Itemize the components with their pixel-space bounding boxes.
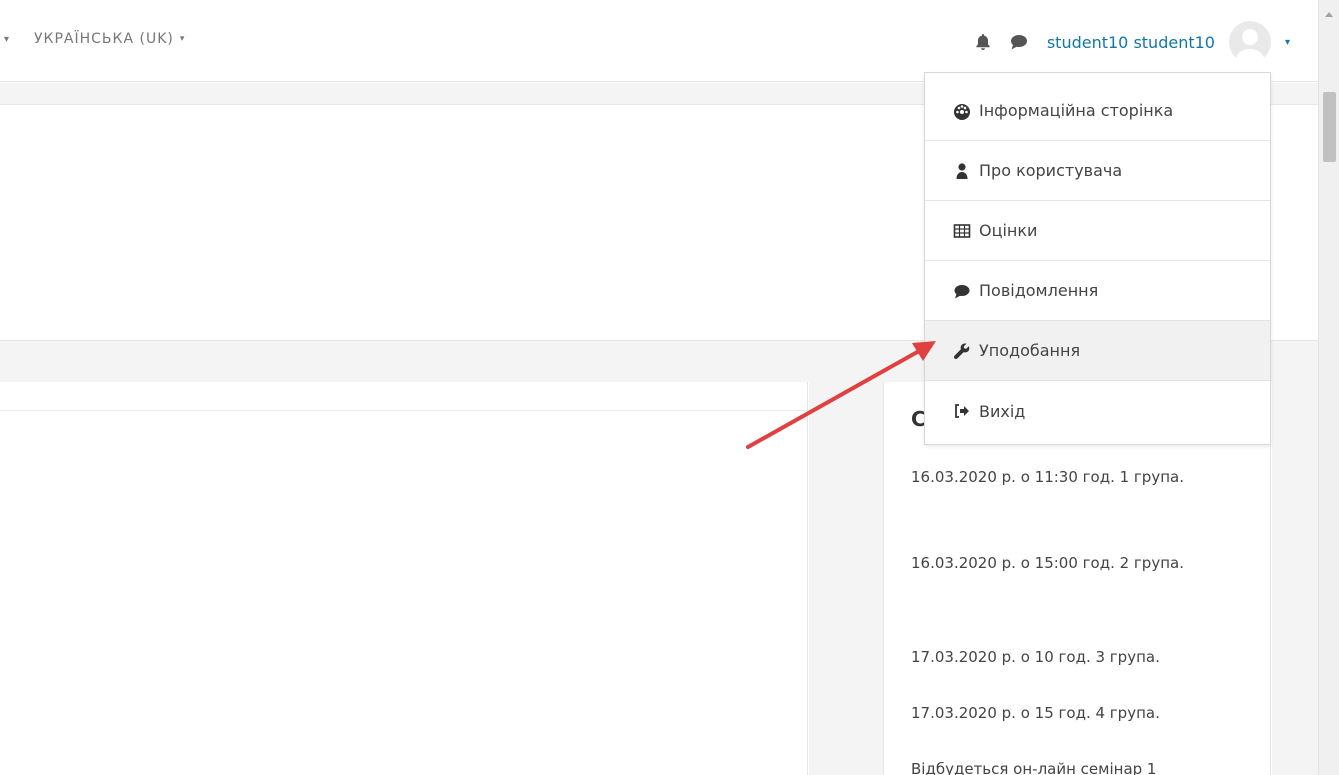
menu-item-logout[interactable]: Вихід	[925, 381, 1270, 441]
comment-icon[interactable]	[1009, 32, 1029, 52]
column-gap	[1272, 382, 1318, 775]
menu-item-preferences[interactable]: Уподобання	[925, 321, 1270, 381]
language-label: УКРАЇНСЬКА (UK)	[34, 31, 174, 47]
column-gap	[809, 382, 883, 775]
top-navbar: ▾ УКРАЇНСЬКА (UK) ▾ student10 student10 …	[0, 0, 1318, 82]
list-item: 17.03.2020 р. о 10 год. 3 група.	[911, 648, 1160, 666]
bell-icon[interactable]	[973, 32, 993, 52]
user-silhouette-icon	[1234, 29, 1265, 63]
sign-out-icon	[955, 404, 969, 418]
list-item: Відбудеться он-лайн семінар 1	[911, 760, 1157, 775]
menu-item-label: Про користувача	[979, 161, 1123, 180]
wrench-icon	[954, 343, 970, 359]
menu-item-label: Уподобання	[979, 341, 1081, 360]
main-content	[0, 382, 808, 775]
user-dropdown-menu: Інформаційна сторінка Про користувача Оц…	[924, 72, 1271, 445]
menu-item-dashboard[interactable]: Інформаційна сторінка	[925, 81, 1270, 141]
menu-item-label: Інформаційна сторінка	[979, 101, 1174, 120]
chevron-down-icon[interactable]: ▾	[1285, 37, 1290, 48]
menu-item-label: Оцінки	[979, 221, 1038, 240]
chevron-down-icon[interactable]: ▾	[4, 34, 9, 45]
list-item: 16.03.2020 р. о 15:00 год. 2 група.	[911, 554, 1184, 572]
user-nav: student10 student10 ▾	[973, 20, 1290, 64]
avatar[interactable]	[1228, 21, 1271, 63]
menu-item-grades[interactable]: Оцінки	[925, 201, 1270, 261]
divider	[0, 410, 808, 411]
list-item: 17.03.2020 р. о 15 год. 4 група.	[911, 704, 1160, 722]
comment-icon	[954, 284, 970, 298]
dashboard-icon	[954, 103, 970, 120]
menu-item-messages[interactable]: Повідомлення	[925, 261, 1270, 321]
scroll-up-arrow-icon[interactable]	[1325, 12, 1333, 17]
chevron-down-icon: ▾	[179, 34, 186, 44]
menu-item-label: Вихід	[979, 401, 1026, 421]
language-menu[interactable]: УКРАЇНСЬКА (UK) ▾	[34, 31, 185, 47]
user-name-link[interactable]: student10 student10	[1047, 33, 1215, 52]
vertical-scrollbar[interactable]	[1318, 0, 1339, 775]
table-icon	[953, 223, 971, 238]
menu-item-profile[interactable]: Про користувача	[925, 141, 1270, 201]
list-item: 16.03.2020 р. о 11:30 год. 1 група.	[911, 468, 1184, 486]
menu-item-label: Повідомлення	[979, 281, 1099, 300]
scrollbar-thumb[interactable]	[1323, 92, 1336, 162]
user-icon	[956, 162, 968, 179]
